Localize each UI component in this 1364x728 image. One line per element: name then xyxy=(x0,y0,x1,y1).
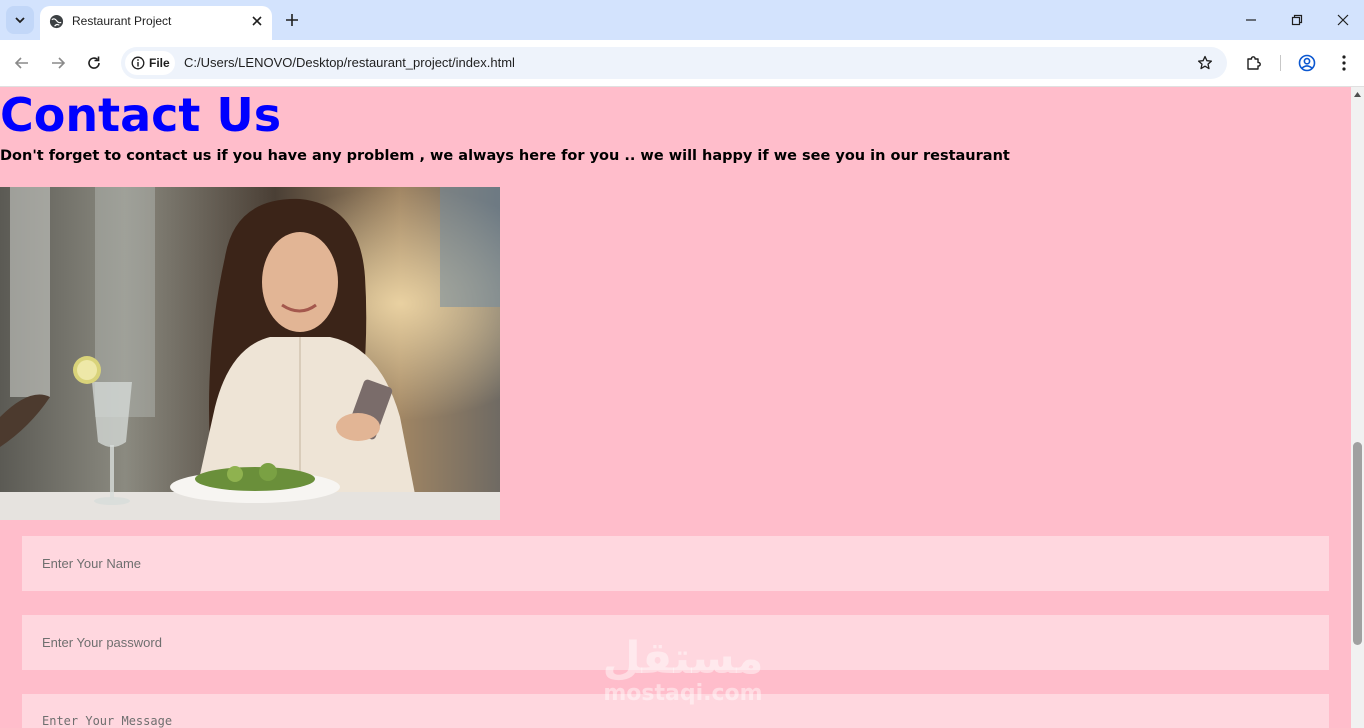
back-button[interactable] xyxy=(8,49,36,77)
password-input[interactable] xyxy=(22,615,1329,670)
tab-search-button[interactable] xyxy=(6,6,34,34)
minimize-icon xyxy=(1246,19,1256,21)
name-input[interactable] xyxy=(22,536,1329,591)
scroll-up-arrow-icon[interactable] xyxy=(1353,90,1362,99)
woman-with-phone-illustration xyxy=(0,187,500,520)
bookmark-button[interactable] xyxy=(1193,51,1217,75)
site-info-chip[interactable]: File xyxy=(125,51,175,75)
restore-icon xyxy=(1291,14,1303,26)
new-tab-button[interactable] xyxy=(282,10,302,30)
page-title: Contact Us xyxy=(0,88,282,142)
star-icon xyxy=(1197,55,1213,70)
tab-close-button[interactable] xyxy=(248,12,266,30)
tab-title: Restaurant Project xyxy=(72,14,172,28)
toolbar-separator xyxy=(1280,55,1281,71)
scheme-label: File xyxy=(149,56,170,70)
page-viewport: Contact Us Don't forget to contact us if… xyxy=(0,87,1351,728)
extensions-button[interactable] xyxy=(1240,49,1268,77)
globe-icon xyxy=(49,14,64,29)
vertical-scrollbar[interactable] xyxy=(1351,87,1364,728)
message-textarea[interactable] xyxy=(22,694,1329,728)
minimize-button[interactable] xyxy=(1228,4,1274,36)
info-icon xyxy=(131,56,145,70)
restaurant-photo xyxy=(0,187,500,520)
browser-tab[interactable]: Restaurant Project xyxy=(40,6,272,40)
puzzle-icon xyxy=(1247,56,1261,70)
page-subtitle: Don't forget to contact us if you have a… xyxy=(0,148,1010,164)
arrow-left-icon xyxy=(14,57,28,69)
restore-button[interactable] xyxy=(1274,4,1320,36)
browser-toolbar: File C:/Users/LENOVO/Desktop/restaurant_… xyxy=(0,40,1364,87)
address-bar[interactable]: File C:/Users/LENOVO/Desktop/restaurant_… xyxy=(121,47,1227,79)
reload-button[interactable] xyxy=(80,49,108,77)
forward-button[interactable] xyxy=(44,49,72,77)
close-icon xyxy=(252,16,262,26)
menu-button[interactable] xyxy=(1330,49,1358,77)
profile-button[interactable] xyxy=(1293,49,1321,77)
arrow-right-icon xyxy=(52,57,66,69)
account-icon xyxy=(1298,54,1316,72)
close-icon xyxy=(1337,14,1349,26)
reload-icon xyxy=(88,56,100,69)
scrollbar-thumb[interactable] xyxy=(1353,442,1362,645)
tab-strip: Restaurant Project xyxy=(0,0,1364,40)
url-text[interactable]: C:/Users/LENOVO/Desktop/restaurant_proje… xyxy=(184,55,515,70)
window-close-button[interactable] xyxy=(1320,4,1364,36)
more-vertical-icon xyxy=(1342,55,1346,71)
plus-icon xyxy=(286,14,298,26)
chevron-down-icon xyxy=(15,17,25,24)
